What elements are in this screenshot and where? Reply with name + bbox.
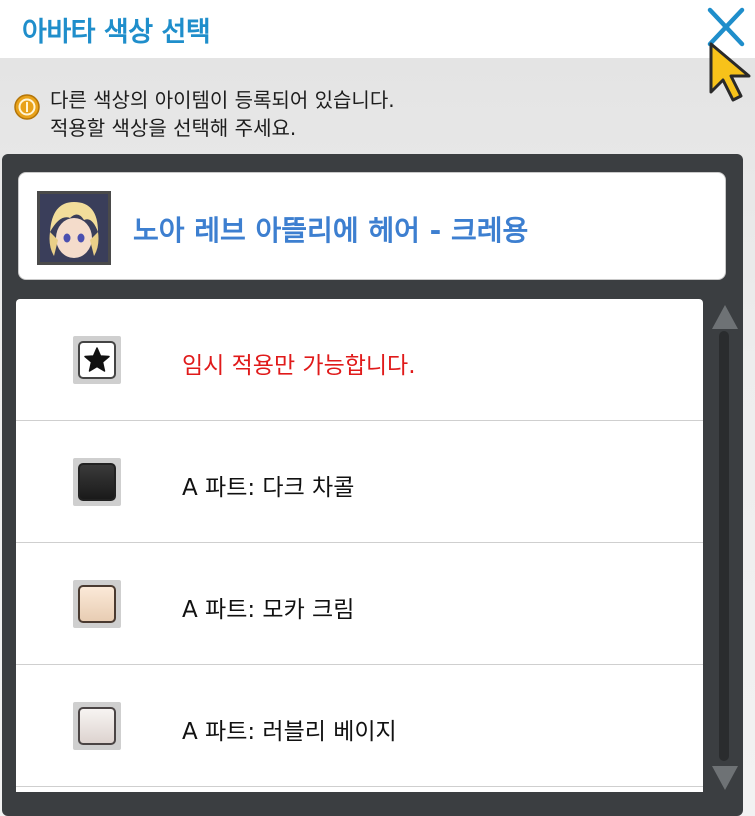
title-bar: 아바타 색상 선택 [0,0,755,58]
scroll-track[interactable] [719,331,729,761]
option-lovely-beige[interactable]: A 파트: 러블리 베이지 [16,665,703,787]
option-dark-charcoal[interactable]: A 파트: 다크 차콜 [16,421,703,543]
color-swatch [78,707,116,745]
swatch-frame [73,458,121,506]
star-icon [78,341,116,379]
option-label: A 파트: 다크 차콜 [182,475,355,501]
list-scrollbar[interactable] [707,299,741,796]
swatch-frame [73,702,121,750]
mouse-cursor-icon [709,42,751,102]
option-label: A 파트: 모카 크림 [182,597,355,623]
item-name: 노아 레브 아뜰리에 헤어 - 크레용 [133,214,529,247]
color-swatch [78,463,116,501]
option-temporary-apply[interactable]: 임시 적용만 가능합니다. [16,299,703,421]
window-title: 아바타 색상 선택 [22,17,211,48]
color-option-list: 임시 적용만 가능합니다. A 파트: 다크 차콜 A 파트: 모카 크림 A … [16,299,703,792]
swatch-frame [73,580,121,628]
color-swatch [78,585,116,623]
option-label: A 파트: 러블리 베이지 [182,719,397,745]
hair-avatar-portrait [37,191,111,265]
item-header: 노아 레브 아뜰리에 헤어 - 크레용 [18,172,726,280]
scroll-down-arrow-icon[interactable] [710,764,740,792]
scroll-up-arrow-icon[interactable] [710,303,740,331]
coin-icon [14,94,40,120]
option-label: 임시 적용만 가능합니다. [182,353,416,379]
notice-line-2: 적용할 색상을 선택해 주세요. [50,116,297,140]
notice-line-1: 다른 색상의 아이템이 등록되어 있습니다. [50,88,395,112]
swatch-frame [73,336,121,384]
option-mocha-cream[interactable]: A 파트: 모카 크림 [16,543,703,665]
